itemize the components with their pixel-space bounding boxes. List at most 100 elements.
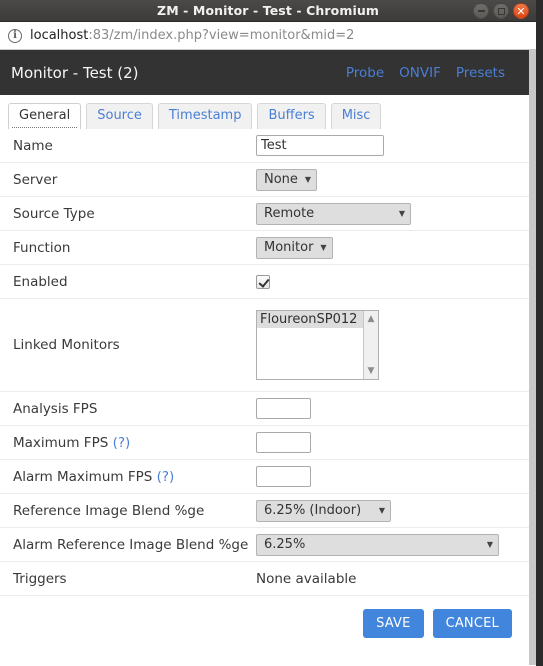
tab-buffers[interactable]: Buffers: [257, 103, 326, 129]
form-row-function: Function Monitor ▼: [0, 231, 529, 265]
field-alarm-reference-blend: 6.25% ▼: [256, 533, 529, 556]
form-row-maximum-fps: Maximum FPS (?): [0, 426, 529, 460]
header-link-probe[interactable]: Probe: [346, 65, 384, 81]
field-reference-blend: 6.25% (Indoor) ▼: [256, 499, 529, 522]
function-select[interactable]: Monitor ▼: [256, 236, 333, 259]
field-analysis-fps: [256, 398, 529, 419]
maximum-fps-input[interactable]: [256, 432, 311, 453]
label-maximum-fps: Maximum FPS (?): [0, 435, 256, 451]
page-content: Monitor - Test (2) Probe ONVIF Presets G…: [0, 50, 529, 665]
form-row-alarm-maximum-fps: Alarm Maximum FPS (?): [0, 460, 529, 494]
form-row-alarm-reference-blend: Alarm Reference Image Blend %ge 6.25% ▼: [0, 528, 529, 562]
label-enabled: Enabled: [13, 273, 68, 290]
field-maximum-fps: [256, 432, 529, 453]
form-actions: SAVE CANCEL: [0, 596, 529, 638]
url-host: localhost: [30, 28, 89, 43]
tab-general[interactable]: General: [8, 103, 82, 129]
browser-address-bar[interactable]: i localhost:83/zm/index.php?view=monitor…: [0, 22, 536, 50]
minimize-button[interactable]: [473, 3, 489, 19]
label-name: Name: [13, 137, 53, 154]
linked-monitors-options: FloureonSP012: [257, 311, 363, 379]
field-enabled: [256, 274, 529, 289]
page-viewport: Monitor - Test (2) Probe ONVIF Presets G…: [0, 50, 536, 665]
chevron-down-icon: ▼: [320, 243, 327, 252]
label-linked-monitors: Linked Monitors: [13, 337, 120, 353]
alarm-reference-blend-select-value: 6.25%: [264, 537, 306, 552]
label-alarm-maximum-fps: Alarm Maximum FPS (?): [0, 469, 256, 485]
field-function: Monitor ▼: [256, 236, 529, 259]
header-links: Probe ONVIF Presets: [346, 65, 518, 81]
label-source-type: Source Type: [13, 205, 95, 222]
tab-timestamp[interactable]: Timestamp: [157, 103, 253, 129]
tab-source[interactable]: Source: [86, 103, 153, 129]
header-link-presets[interactable]: Presets: [456, 65, 505, 81]
chevron-down-icon: ▼: [304, 175, 312, 184]
label-function: Function: [13, 239, 71, 256]
label-server: Server: [13, 171, 58, 188]
alarm-maximum-fps-input[interactable]: [256, 466, 311, 487]
tab-bar: General Source Timestamp Buffers Misc: [0, 95, 529, 129]
close-button[interactable]: ✕: [513, 3, 529, 19]
name-input[interactable]: [256, 135, 384, 156]
field-linked-monitors: FloureonSP012 ▲ ▼: [256, 310, 529, 380]
source-type-select[interactable]: Remote ▼: [256, 202, 411, 225]
field-server: None ▼: [256, 168, 529, 191]
chevron-down-icon: ▼: [378, 506, 385, 515]
chevron-down-icon: ▼: [398, 209, 405, 218]
field-triggers: None available: [256, 571, 529, 587]
close-icon: ✕: [516, 4, 526, 18]
field-name: [256, 135, 529, 156]
listbox-scrollbar[interactable]: ▲ ▼: [363, 311, 378, 379]
save-button[interactable]: SAVE: [363, 609, 424, 638]
url-text: localhost:83/zm/index.php?view=monitor&m…: [30, 28, 354, 43]
form-row-analysis-fps: Analysis FPS: [0, 392, 529, 426]
label-triggers: Triggers: [13, 570, 67, 587]
field-source-type: Remote ▼: [256, 202, 529, 225]
page-scrollbar-thumb[interactable]: [529, 50, 536, 665]
monitor-settings-form: Name Server None ▼ Source Type: [0, 129, 529, 596]
url-path: :83/zm/index.php?view=monitor&mid=2: [88, 28, 355, 43]
form-row-server: Server None ▼: [0, 163, 529, 197]
server-select[interactable]: None ▼: [256, 168, 318, 191]
cancel-button[interactable]: CANCEL: [432, 609, 512, 638]
form-row-triggers: Triggers None available: [0, 562, 529, 596]
window-titlebar: ZM - Monitor - Test - Chromium ✕: [0, 0, 536, 22]
label-reference-blend: Reference Image Blend %ge: [13, 502, 205, 519]
page-title: Monitor - Test (2): [11, 63, 139, 82]
header-link-onvif[interactable]: ONVIF: [399, 65, 441, 81]
browser-window: ZM - Monitor - Test - Chromium ✕ i local…: [0, 0, 536, 666]
form-row-linked-monitors: Linked Monitors FloureonSP012 ▲ ▼: [0, 299, 529, 392]
label-analysis-fps: Analysis FPS: [13, 400, 98, 417]
triggers-value: None available: [256, 570, 357, 587]
label-alarm-maximum-fps-text: Alarm Maximum FPS: [13, 468, 153, 485]
label-maximum-fps-text: Maximum FPS: [13, 434, 109, 451]
form-row-source-type: Source Type Remote ▼: [0, 197, 529, 231]
alarm-reference-blend-select[interactable]: 6.25% ▼: [256, 533, 499, 556]
scroll-down-icon[interactable]: ▼: [364, 364, 378, 378]
field-alarm-maximum-fps: [256, 466, 529, 487]
page-scrollbar[interactable]: [529, 50, 536, 665]
help-link-maximum-fps[interactable]: (?): [113, 435, 131, 451]
help-link-alarm-maximum-fps[interactable]: (?): [157, 469, 175, 485]
server-select-value: None: [264, 172, 298, 187]
reference-blend-select-value: 6.25% (Indoor): [264, 503, 362, 518]
source-type-select-value: Remote: [264, 206, 315, 221]
list-item[interactable]: FloureonSP012: [257, 311, 363, 328]
linked-monitors-listbox[interactable]: FloureonSP012 ▲ ▼: [256, 310, 379, 380]
form-row-reference-blend: Reference Image Blend %ge 6.25% (Indoor)…: [0, 494, 529, 528]
chevron-down-icon: ▼: [486, 540, 493, 549]
app-header: Monitor - Test (2) Probe ONVIF Presets: [0, 50, 529, 95]
function-select-value: Monitor: [264, 240, 314, 255]
window-controls: ✕: [473, 3, 529, 19]
minimize-icon: [477, 10, 485, 12]
reference-blend-select[interactable]: 6.25% (Indoor) ▼: [256, 499, 391, 522]
analysis-fps-input[interactable]: [256, 398, 311, 419]
window-title: ZM - Monitor - Test - Chromium: [157, 3, 379, 18]
scroll-up-icon[interactable]: ▲: [364, 312, 378, 326]
tab-misc[interactable]: Misc: [330, 103, 382, 129]
form-row-name: Name: [0, 129, 529, 163]
form-row-enabled: Enabled: [0, 265, 529, 299]
maximize-button[interactable]: [493, 3, 509, 19]
info-icon[interactable]: i: [8, 28, 22, 43]
enabled-checkbox[interactable]: [256, 274, 270, 289]
